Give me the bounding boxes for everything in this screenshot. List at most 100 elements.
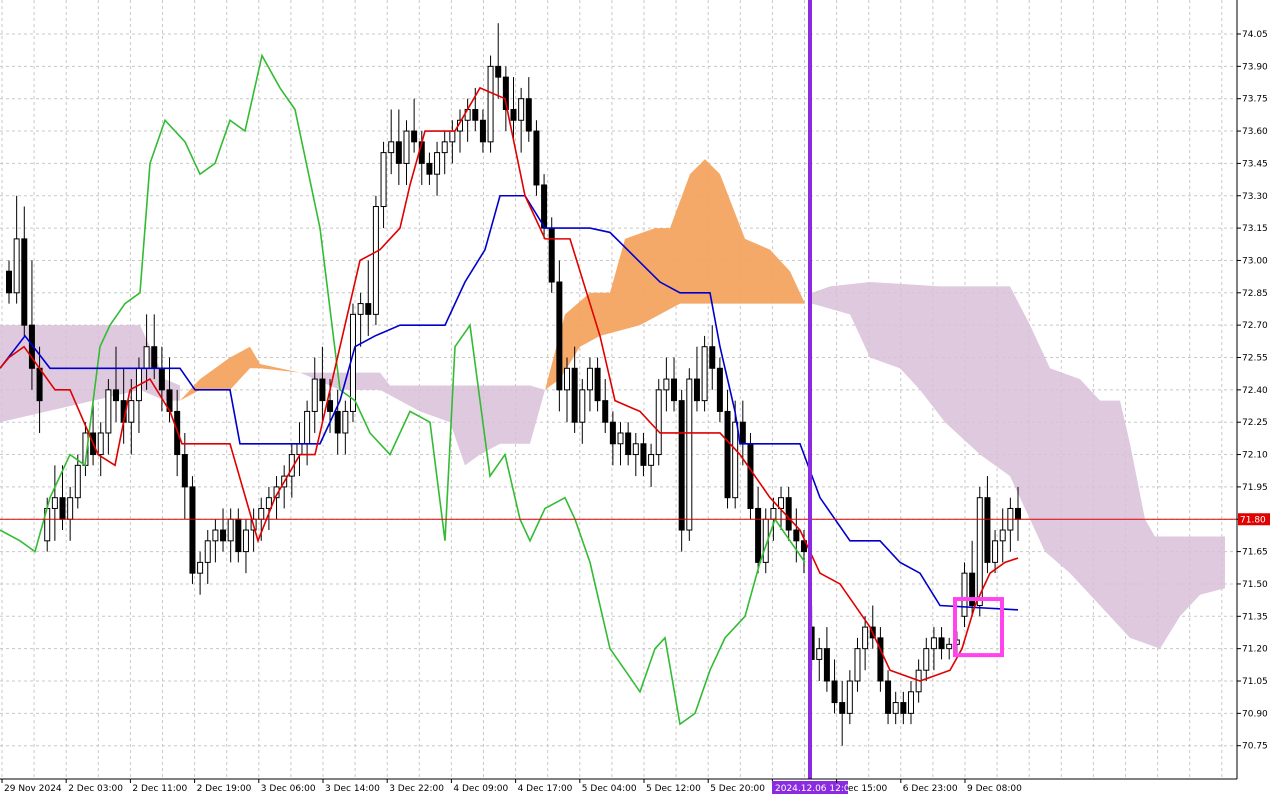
candle-body-down (823, 648, 830, 682)
candle-body-up (212, 529, 219, 542)
candle-body-down (158, 367, 165, 391)
candle-body-down (625, 432, 632, 456)
candle-body-down (495, 65, 502, 78)
candle-body-up (923, 648, 930, 671)
candle-body-up (51, 497, 58, 509)
candle-body-down (6, 270, 12, 294)
candle-body-up (930, 637, 937, 650)
candle-body-down (426, 162, 433, 175)
candle-body-up (403, 130, 410, 164)
candle-body-up (999, 529, 1006, 542)
candle-body-up (258, 507, 265, 520)
candle-body-down (365, 303, 372, 315)
y-tick-label: 73.75 (1242, 95, 1268, 105)
candle-body-down (839, 702, 846, 714)
x-tick-label: 5 Dec 12:00 (646, 784, 701, 794)
y-tick-label: 72.85 (1242, 289, 1268, 299)
x-tick-label: 2 Dec 19:00 (197, 784, 252, 794)
candle-body-up (854, 648, 861, 682)
x-tick-label: 3 Dec 06:00 (261, 784, 316, 794)
candle-body-down (36, 367, 43, 402)
candle-body-down (885, 680, 892, 714)
y-tick-label: 72.40 (1242, 386, 1268, 396)
y-tick-label: 72.25 (1242, 418, 1268, 428)
candle-body-down (1015, 507, 1021, 520)
candle-body-down (739, 421, 746, 445)
y-tick-label: 73.15 (1242, 224, 1268, 234)
candle-body-down (984, 497, 991, 563)
candle-body-down (716, 367, 723, 412)
y-tick-label: 71.50 (1242, 580, 1268, 590)
x-tick-label: 4 Dec 17:00 (518, 784, 573, 794)
candle-body-down (678, 400, 685, 531)
x-tick-label: 6 Dec 23:00 (903, 784, 958, 794)
candle-body-up (242, 529, 249, 553)
candle-body-up (204, 540, 211, 563)
candle-body-up (372, 206, 379, 315)
candle-body-down (594, 367, 601, 402)
x-tick-label: 9 Dec 08:00 (967, 784, 1022, 794)
candle-body-up (770, 507, 777, 520)
candle-body-down (334, 410, 341, 434)
x-tick-label: 4 Dec 09:00 (453, 784, 508, 794)
candle-body-down (59, 497, 66, 520)
candle-body-down (831, 680, 838, 704)
candle-body-down (479, 119, 486, 143)
candle-body-down (709, 346, 716, 369)
candle-body-down (235, 518, 242, 553)
candle-body-up (105, 389, 112, 434)
candle-body-down (671, 378, 678, 402)
y-tick-label: 73.90 (1242, 62, 1268, 72)
candle-body-up (586, 367, 593, 391)
y-tick-label: 73.00 (1242, 256, 1268, 266)
y-tick-label: 70.75 (1242, 742, 1268, 752)
x-tick-label: 2 Dec 03:00 (68, 784, 123, 794)
candle-body-up (143, 346, 150, 369)
candle-body-up (441, 141, 448, 154)
candle-body-up (579, 389, 586, 423)
candle-body-up (13, 238, 20, 294)
candle-body-down (21, 238, 28, 326)
y-tick-label: 71.20 (1242, 645, 1268, 655)
candle-body-down (181, 454, 188, 488)
candle-body-up (342, 410, 349, 434)
candle-body-up (388, 141, 395, 154)
candle-body-down (411, 130, 418, 143)
x-tick-label: 5 Dec 20:00 (710, 784, 765, 794)
candle-body-up (992, 540, 999, 563)
candle-body-down (525, 98, 532, 132)
candle-body-up (946, 643, 953, 650)
candle-body-up (961, 572, 968, 617)
candle-body-up (487, 65, 494, 143)
candle-body-down (640, 443, 647, 466)
y-tick-label: 72.55 (1242, 354, 1268, 364)
candle-body-down (755, 507, 762, 563)
y-tick-label: 73.45 (1242, 159, 1268, 169)
candle-body-up (846, 680, 853, 714)
candle-body-down (395, 141, 402, 164)
candle-body-up (632, 443, 639, 456)
candle-body-down (151, 346, 158, 369)
candle-body-up (686, 378, 693, 531)
candle-body-down (938, 637, 945, 650)
candle-body-up (227, 518, 234, 542)
x-tick-label: 3 Dec 14:00 (325, 784, 380, 794)
candle-body-up (732, 421, 739, 499)
candle-body-down (189, 486, 196, 574)
candle-body-up (97, 432, 104, 456)
ichimoku-candlestick-chart: 74.05 73.90 73.75 73.60 73.45 73.30 73.15 73.00… (0, 0, 1280, 800)
candle-body-up (663, 378, 670, 391)
candle-body-up (128, 400, 135, 423)
y-tick-label: 71.35 (1242, 612, 1268, 622)
candle-body-down (785, 497, 792, 531)
y-tick-label: 74.05 (1242, 30, 1268, 40)
candle-body-down (747, 443, 754, 509)
candle-body-up (197, 561, 204, 574)
current-price-label: 71.80 (1240, 515, 1266, 525)
candle-body-up (74, 464, 81, 499)
candle-body-up (357, 303, 364, 315)
candle-body-up (892, 702, 899, 714)
y-tick-label: 72.10 (1242, 451, 1268, 461)
candle-body-up (655, 389, 662, 456)
y-tick-label: 73.30 (1242, 192, 1268, 202)
